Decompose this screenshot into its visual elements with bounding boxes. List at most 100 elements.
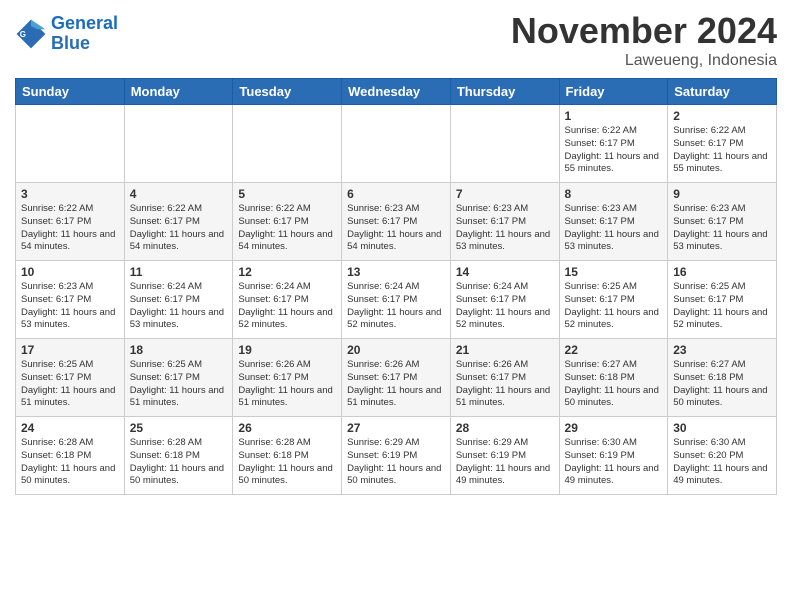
day-info-30: Sunrise: 6:30 AMSunset: 6:20 PMDaylight:… [673,437,771,488]
logo-text: General Blue [51,14,118,54]
day-number-25: 25 [130,421,228,435]
location: Laweueng, Indonesia [511,52,777,70]
calendar-cell-0-5: 1Sunrise: 6:22 AMSunset: 6:17 PMDaylight… [559,105,668,183]
day-info-23: Sunrise: 6:27 AMSunset: 6:18 PMDaylight:… [673,359,771,410]
calendar-cell-3-3: 20 Sunrise: 6:26 AMSunset: 6:17 PMDayligh… [342,339,451,417]
header: G General Blue November 2024 Laweueng, I… [15,10,777,70]
day-info-11: Sunrise: 6:24 AMSunset: 6:17 PMDaylight:… [130,281,228,332]
calendar-cell-4-2: 26Sunrise: 6:28 AMSunset: 6:18 PMDayligh… [233,417,342,495]
day-info-15: Sunrise: 6:25 AMSunset: 6:17 PMDaylight:… [565,281,663,332]
calendar-cell-3-5: 22Sunrise: 6:27 AMSunset: 6:18 PMDayligh… [559,339,668,417]
page: G General Blue November 2024 Laweueng, I… [0,0,792,612]
day-info-27: Sunrise: 6:29 AMSunset: 6:19 PMDaylight:… [347,437,445,488]
day-number-23: 23 [673,343,771,357]
header-thursday: Thursday [450,79,559,105]
calendar-cell-0-1 [124,105,233,183]
day-number-20: 20 [347,343,445,357]
day-info-17: Sunrise: 6:25 AMSunset: 6:17 PMDaylight:… [21,359,119,410]
calendar-cell-4-5: 29Sunrise: 6:30 AMSunset: 6:19 PMDayligh… [559,417,668,495]
calendar-cell-0-3 [342,105,451,183]
header-friday: Friday [559,79,668,105]
day-info-25: Sunrise: 6:28 AMSunset: 6:18 PMDaylight:… [130,437,228,488]
day-number-11: 11 [130,265,228,279]
day-info-10: Sunrise: 6:23 AMSunset: 6:17 PMDaylight:… [21,281,119,332]
day-number-24: 24 [21,421,119,435]
day-number-13: 13 [347,265,445,279]
day-info-19: Sunrise: 6:26 AMSunset: 6:17 PMDaylight:… [238,359,336,410]
day-number-7: 7 [456,187,554,201]
calendar-cell-2-4: 14 Sunrise: 6:24 AMSunset: 6:17 PMDayligh… [450,261,559,339]
day-info-3: Sunrise: 6:22 AMSunset: 6:17 PMDaylight:… [21,203,119,254]
day-number-9: 9 [673,187,771,201]
calendar-cell-1-2: 5 Sunrise: 6:22 AMSunset: 6:17 PMDaylight… [233,183,342,261]
calendar-cell-2-6: 16 Sunrise: 6:25 AMSunset: 6:17 PMDayligh… [668,261,777,339]
week-row-2: 10Sunrise: 6:23 AMSunset: 6:17 PMDayligh… [16,261,777,339]
calendar-cell-2-0: 10Sunrise: 6:23 AMSunset: 6:17 PMDayligh… [16,261,125,339]
day-number-14: 14 [456,265,554,279]
day-info-13: Sunrise: 6:24 AMSunset: 6:17 PMDaylight:… [347,281,445,332]
calendar-cell-2-3: 13 Sunrise: 6:24 AMSunset: 6:17 PMDayligh… [342,261,451,339]
day-number-18: 18 [130,343,228,357]
calendar-cell-0-2 [233,105,342,183]
calendar-cell-4-0: 24Sunrise: 6:28 AMSunset: 6:18 PMDayligh… [16,417,125,495]
day-info-5: Sunrise: 6:22 AMSunset: 6:17 PMDaylight:… [238,203,336,254]
day-number-8: 8 [565,187,663,201]
day-number-30: 30 [673,421,771,435]
calendar-cell-0-6: 2Sunrise: 6:22 AMSunset: 6:17 PMDaylight… [668,105,777,183]
logo-icon: G [15,18,47,50]
calendar-cell-1-6: 9 Sunrise: 6:23 AMSunset: 6:17 PMDaylight… [668,183,777,261]
day-number-22: 22 [565,343,663,357]
day-info-4: Sunrise: 6:22 AMSunset: 6:17 PMDaylight:… [130,203,228,254]
calendar-cell-3-4: 21 Sunrise: 6:26 AMSunset: 6:17 PMDayligh… [450,339,559,417]
day-number-12: 12 [238,265,336,279]
day-number-17: 17 [21,343,119,357]
week-row-3: 17 Sunrise: 6:25 AMSunset: 6:17 PMDayligh… [16,339,777,417]
svg-text:G: G [20,30,26,39]
calendar-cell-1-5: 8 Sunrise: 6:23 AMSunset: 6:17 PMDaylight… [559,183,668,261]
calendar-table: Sunday Monday Tuesday Wednesday Thursday… [15,78,777,495]
day-number-27: 27 [347,421,445,435]
day-info-14: Sunrise: 6:24 AMSunset: 6:17 PMDaylight:… [456,281,554,332]
day-number-4: 4 [130,187,228,201]
calendar-cell-2-5: 15 Sunrise: 6:25 AMSunset: 6:17 PMDayligh… [559,261,668,339]
header-monday: Monday [124,79,233,105]
day-info-28: Sunrise: 6:29 AMSunset: 6:19 PMDaylight:… [456,437,554,488]
calendar-cell-4-4: 28 Sunrise: 6:29 AMSunset: 6:19 PMDayligh… [450,417,559,495]
day-number-28: 28 [456,421,554,435]
calendar-cell-4-6: 30 Sunrise: 6:30 AMSunset: 6:20 PMDayligh… [668,417,777,495]
day-info-6: Sunrise: 6:23 AMSunset: 6:17 PMDaylight:… [347,203,445,254]
day-info-12: Sunrise: 6:24 AMSunset: 6:17 PMDaylight:… [238,281,336,332]
day-info-7: Sunrise: 6:23 AMSunset: 6:17 PMDaylight:… [456,203,554,254]
calendar-cell-1-4: 7 Sunrise: 6:23 AMSunset: 6:17 PMDaylight… [450,183,559,261]
calendar-cell-0-4 [450,105,559,183]
header-wednesday: Wednesday [342,79,451,105]
calendar-cell-3-2: 19 Sunrise: 6:26 AMSunset: 6:17 PMDayligh… [233,339,342,417]
day-info-18: Sunrise: 6:25 AMSunset: 6:17 PMDaylight:… [130,359,228,410]
calendar-cell-3-1: 18 Sunrise: 6:25 AMSunset: 6:17 PMDayligh… [124,339,233,417]
calendar-cell-2-2: 12 Sunrise: 6:24 AMSunset: 6:17 PMDayligh… [233,261,342,339]
header-saturday: Saturday [668,79,777,105]
calendar-cell-2-1: 11 Sunrise: 6:24 AMSunset: 6:17 PMDayligh… [124,261,233,339]
calendar-cell-1-3: 6Sunrise: 6:23 AMSunset: 6:17 PMDaylight… [342,183,451,261]
day-info-20: Sunrise: 6:26 AMSunset: 6:17 PMDaylight:… [347,359,445,410]
day-number-29: 29 [565,421,663,435]
logo-line1: General [51,13,118,33]
day-info-8: Sunrise: 6:23 AMSunset: 6:17 PMDaylight:… [565,203,663,254]
day-number-21: 21 [456,343,554,357]
week-row-0: 1Sunrise: 6:22 AMSunset: 6:17 PMDaylight… [16,105,777,183]
calendar-cell-1-0: 3 Sunrise: 6:22 AMSunset: 6:17 PMDaylight… [16,183,125,261]
week-row-4: 24 Sunrise: 6:28 AMSunset: 6:18 PMDayligh… [16,417,777,495]
day-number-3: 3 [21,187,119,201]
day-number-5: 5 [238,187,336,201]
calendar-cell-3-0: 17 Sunrise: 6:25 AMSunset: 6:17 PMDayligh… [16,339,125,417]
header-sunday: Sunday [16,79,125,105]
day-number-19: 19 [238,343,336,357]
month-title: November 2024 [511,10,777,52]
day-number-16: 16 [673,265,771,279]
calendar-cell-3-6: 23 Sunrise: 6:27 AMSunset: 6:18 PMDayligh… [668,339,777,417]
day-info-9: Sunrise: 6:23 AMSunset: 6:17 PMDaylight:… [673,203,771,254]
day-number-15: 15 [565,265,663,279]
calendar-cell-4-3: 27 Sunrise: 6:29 AMSunset: 6:19 PMDayligh… [342,417,451,495]
day-info-16: Sunrise: 6:25 AMSunset: 6:17 PMDaylight:… [673,281,771,332]
day-info-21: Sunrise: 6:26 AMSunset: 6:17 PMDaylight:… [456,359,554,410]
